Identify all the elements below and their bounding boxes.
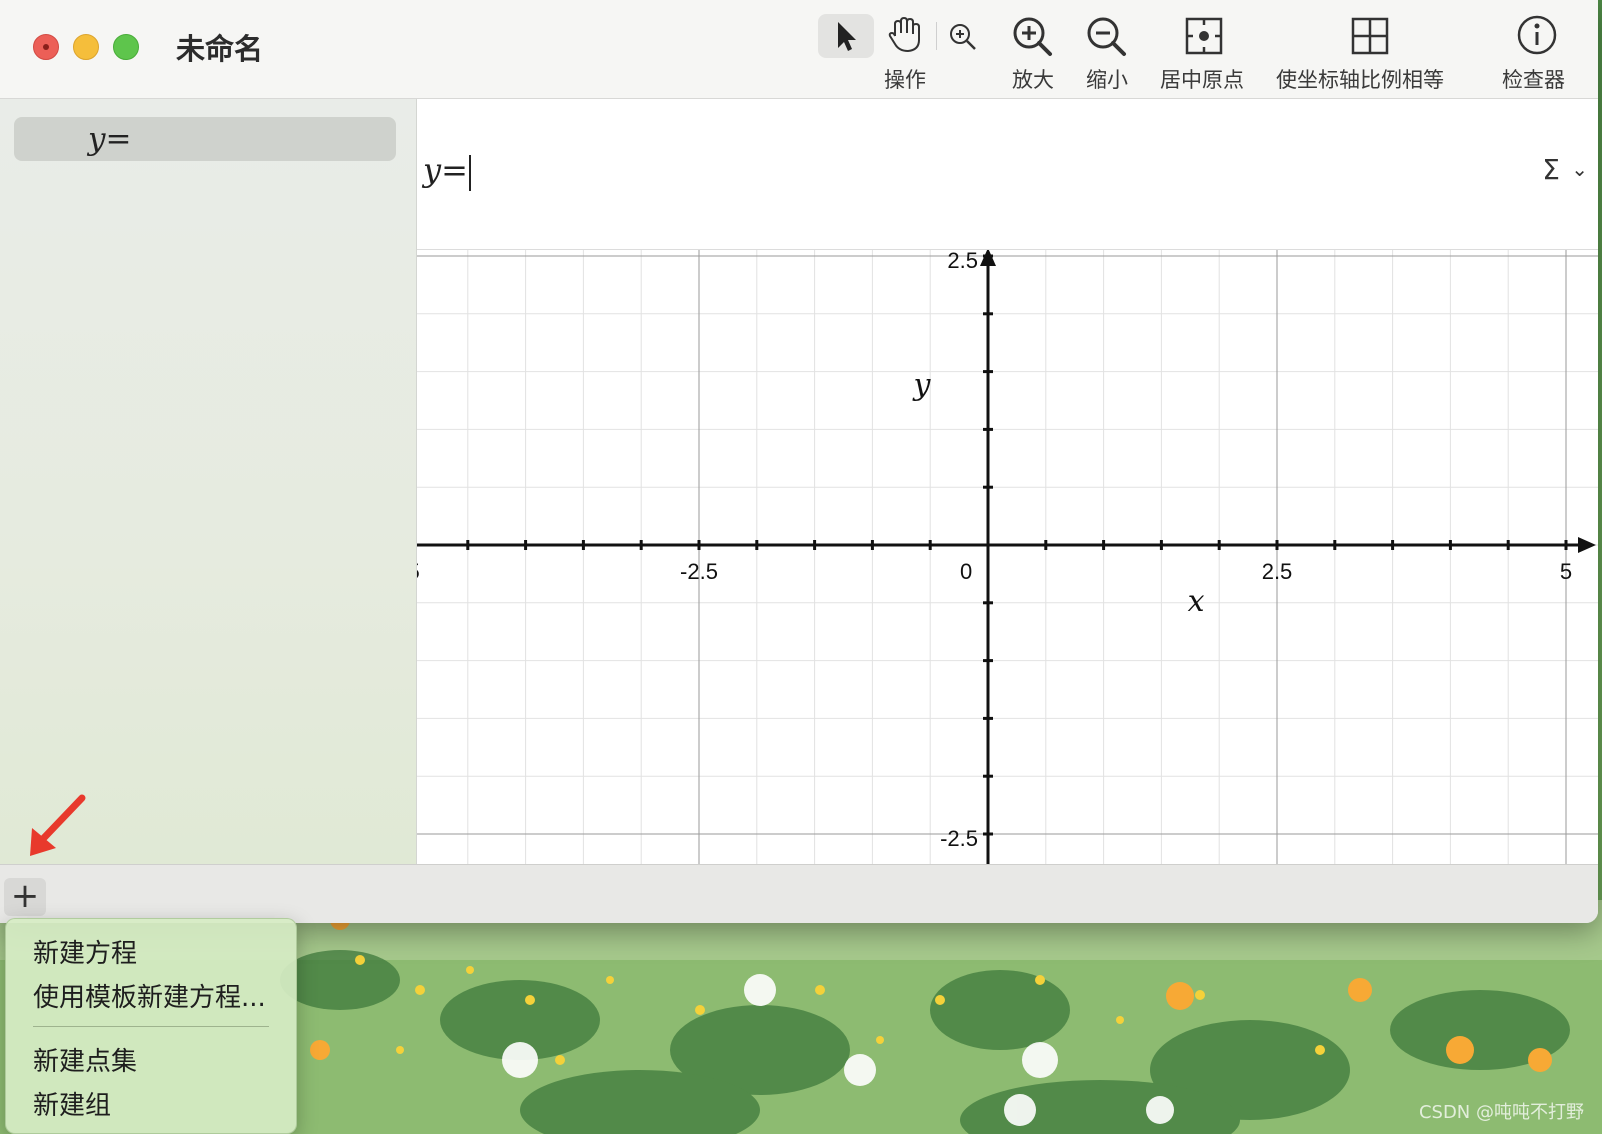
watermark-text: CSDN @吨吨不打野 <box>1418 1102 1584 1123</box>
app-window: 未命名 操作 放大 缩小 居中原点 使坐标轴比例相等 检查器 y= y= Σ ⌄… <box>0 0 1598 923</box>
info-icon[interactable] <box>1516 14 1558 56</box>
equation-input-text: y= <box>423 151 468 189</box>
x-axis-label: x <box>1188 584 1205 619</box>
y-axis-label: y <box>912 368 932 403</box>
zoom-out-icon[interactable] <box>1086 16 1128 58</box>
pointer-arrow-icon <box>838 22 856 51</box>
toolbar-divider <box>936 22 937 50</box>
bottom-bar: + <box>0 864 1598 923</box>
sidebar-equation-text: y= <box>88 121 132 157</box>
zoom-button[interactable] <box>113 34 139 60</box>
graph-svg: -5 -2.5 0 2.5 5 2.5 -2.5 x y <box>417 250 1598 864</box>
chevron-down-icon[interactable]: ⌄ <box>1571 157 1588 181</box>
menu-separator <box>33 1026 269 1027</box>
y-tick-label: 2.5 <box>947 250 978 273</box>
menu-item-new-equation[interactable]: 新建方程 <box>33 933 137 970</box>
x-tick-label: 2.5 <box>1262 559 1293 584</box>
x-tick-label: 0 <box>960 559 972 584</box>
small-zoom-icon[interactable] <box>948 22 978 52</box>
equation-input[interactable]: y= <box>423 151 471 191</box>
add-button[interactable]: + <box>4 878 46 916</box>
y-tick-label: -2.5 <box>940 826 978 851</box>
menu-item-new-group[interactable]: 新建组 <box>33 1085 111 1122</box>
x-tick-label: -5 <box>417 559 420 584</box>
zoom-in-icon[interactable] <box>1012 16 1054 58</box>
x-tick-label: -2.5 <box>680 559 718 584</box>
menu-item-new-from-template[interactable]: 使用模板新建方程... <box>33 977 266 1014</box>
minimize-button[interactable] <box>73 34 99 60</box>
equation-sidebar: y= <box>0 99 417 864</box>
sidebar-equation-item[interactable]: y= <box>14 117 396 161</box>
graph-canvas[interactable]: -5 -2.5 0 2.5 5 2.5 -2.5 x y <box>417 250 1598 864</box>
y-axis-arrowhead <box>980 250 996 266</box>
equal-axes-grid-icon[interactable] <box>1350 16 1390 56</box>
x-tick-label: 5 <box>1560 559 1572 584</box>
x-axis-arrowhead <box>1578 537 1596 553</box>
equation-editor[interactable]: y= Σ ⌄ <box>417 99 1598 250</box>
close-button[interactable] <box>33 34 59 60</box>
menu-item-new-point-set[interactable]: 新建点集 <box>33 1041 137 1078</box>
window-title: 未命名 <box>176 32 264 66</box>
text-caret <box>468 154 471 191</box>
title-bar: 未命名 操作 放大 缩小 居中原点 使坐标轴比例相等 检查器 <box>0 0 1598 99</box>
add-popup-menu: 新建方程 使用模板新建方程... 新建点集 新建组 <box>5 918 297 1134</box>
center-origin-icon[interactable] <box>1184 16 1224 56</box>
hand-icon[interactable] <box>886 16 922 54</box>
sigma-icon[interactable]: Σ <box>1542 153 1560 186</box>
annotation-arrow-icon <box>30 794 86 856</box>
